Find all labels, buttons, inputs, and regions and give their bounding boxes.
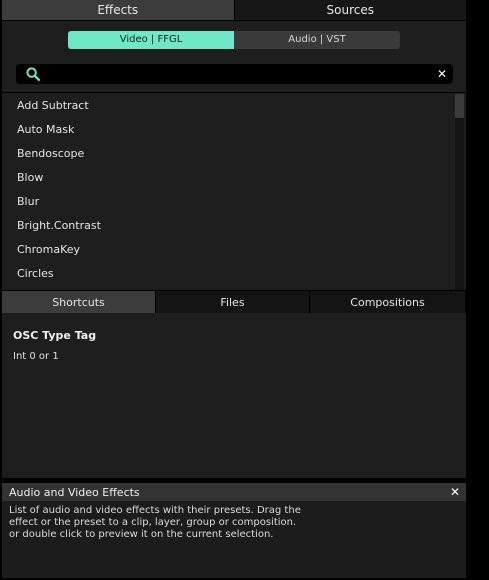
help-description: List of audio and video effects with the… (9, 505, 319, 541)
help-title: Audio and Video Effects (9, 485, 140, 499)
help-line: List of audio and video effects with the… (9, 505, 301, 516)
tab-compositions[interactable]: Compositions (310, 291, 465, 313)
bottom-tab-bar: Shortcuts Files Compositions (2, 291, 466, 313)
scrollbar-thumb[interactable] (455, 94, 464, 118)
tab-effects[interactable]: Effects (2, 0, 234, 20)
search-row: ✕ (2, 58, 466, 92)
list-item[interactable]: Blow (2, 165, 466, 189)
list-item[interactable]: Blur (2, 189, 466, 213)
list-item[interactable]: ChromaKey (2, 237, 466, 261)
osc-type-tag-title: OSC Type Tag (13, 329, 97, 342)
tab-sources[interactable]: Sources (233, 0, 466, 20)
help-line: effect or the preset to a clip, layer, g… (9, 517, 297, 528)
list-item[interactable]: Auto Mask (2, 117, 466, 141)
close-icon[interactable]: ✕ (450, 483, 460, 501)
list-item[interactable]: Add Subtract (2, 93, 466, 117)
video-audio-toggle: Video | FFGL Audio | VST (68, 30, 400, 49)
audio-vst-button[interactable]: Audio | VST (234, 31, 400, 49)
list-item[interactable]: Bendoscope (2, 141, 466, 165)
close-icon[interactable]: ✕ (437, 66, 447, 82)
search-icon (26, 67, 40, 81)
shortcuts-panel: OSC Type Tag Int 0 or 1 (2, 313, 466, 478)
tab-files[interactable]: Files (156, 291, 309, 313)
tab-shortcuts[interactable]: Shortcuts (2, 291, 155, 313)
search-input[interactable] (48, 66, 428, 82)
osc-type-tag-value: Int 0 or 1 (13, 351, 59, 362)
video-ffgl-button[interactable]: Video | FFGL (68, 30, 234, 49)
effects-list: Add Subtract Auto Mask Bendoscope Blow B… (2, 92, 466, 290)
search-box: ✕ (16, 64, 453, 84)
help-panel: Audio and Video Effects ✕ List of audio … (2, 483, 466, 578)
help-line: or double click to preview it on the cur… (9, 529, 274, 540)
list-item[interactable]: Bright.Contrast (2, 213, 466, 237)
scrollbar[interactable] (455, 94, 464, 290)
top-tab-bar: Effects Sources (2, 0, 466, 20)
help-header: Audio and Video Effects ✕ (2, 483, 466, 501)
list-item[interactable]: Circles (2, 261, 466, 285)
filter-row: Video | FFGL Audio | VST (2, 20, 466, 58)
effects-browser-window: Effects Sources Video | FFGL Audio | VST… (0, 0, 489, 580)
